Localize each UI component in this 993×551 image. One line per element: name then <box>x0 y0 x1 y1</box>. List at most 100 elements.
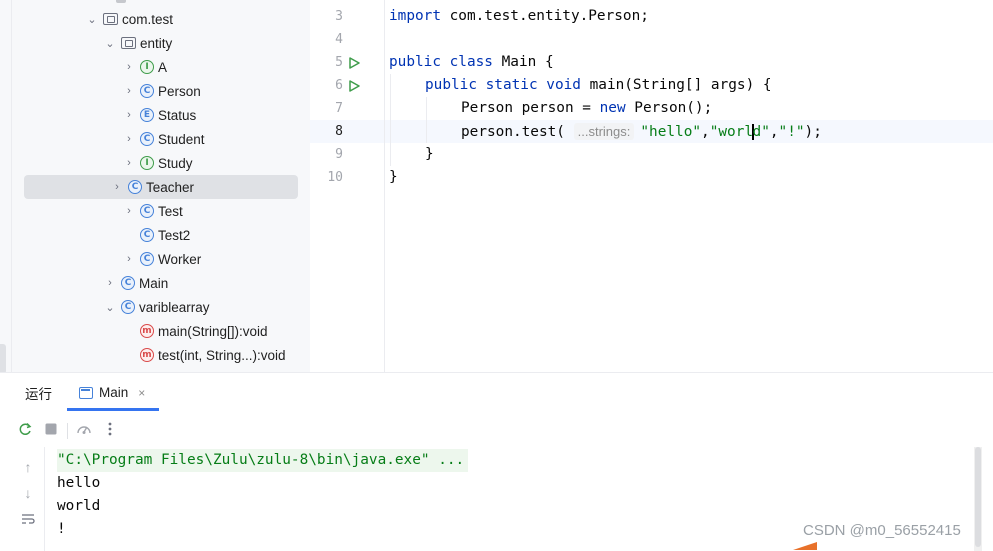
tree-item-label: entity <box>140 35 173 51</box>
string-literal: "!" <box>778 124 805 140</box>
tab-main[interactable]: Main × <box>67 377 159 411</box>
tree-item-Status[interactable]: › E Status <box>24 103 298 127</box>
tree-item-label: main(String[]):void <box>158 323 268 339</box>
chevron-down-icon[interactable]: ⌄ <box>84 11 100 27</box>
console-scrollbar-thumb[interactable] <box>975 447 981 547</box>
tree-item-label: Worker <box>158 251 202 267</box>
line-number: 6 <box>335 78 343 93</box>
chevron-right-icon[interactable]: › <box>121 83 137 99</box>
run-class-icon[interactable] <box>348 51 362 74</box>
chevron-right-icon[interactable]: › <box>121 107 137 123</box>
code-text: Main { <box>492 54 554 70</box>
arrow-up-icon[interactable]: ↑ <box>20 459 36 475</box>
code-text: main(String[] args) { <box>580 77 772 93</box>
run-tabs-bar: 运行 Main × <box>0 373 993 411</box>
tree-item-label: Main <box>139 275 169 291</box>
package-folder-icon <box>103 13 118 25</box>
chevron-right-icon[interactable]: › <box>102 275 118 291</box>
tree-item-Person[interactable]: › C Person <box>24 79 298 103</box>
arrow-down-icon[interactable]: ↓ <box>20 485 36 501</box>
code-editor[interactable]: 3 4 5 6 7 8 9 10 import com.test.entity.… <box>310 0 993 372</box>
run-main-icon[interactable] <box>348 74 362 97</box>
tree-item-Teacher[interactable]: › C Teacher <box>24 175 298 199</box>
class-icon: C <box>140 84 154 98</box>
keyword: import <box>389 8 441 24</box>
class-icon: C <box>140 132 154 146</box>
tree-item-label: com.test <box>122 11 174 27</box>
tree-item-test-method[interactable]: m test(int, String...):void <box>24 343 298 367</box>
tree-item-label: Test2 <box>158 227 191 243</box>
code-text: Person(); <box>625 100 713 116</box>
line-number: 5 <box>335 55 343 70</box>
chevron-right-icon[interactable]: › <box>121 203 137 219</box>
stop-icon[interactable] <box>43 421 59 437</box>
left-panel-handle[interactable] <box>0 344 6 374</box>
tab-main-label: Main <box>99 385 129 400</box>
project-tree: ⌄ com.test ⌄ entity › I A › C Person › E… <box>12 0 310 372</box>
console-side-toolbar: ↑ ↓ <box>0 447 45 551</box>
code-line-5: public class Main { <box>389 51 554 74</box>
chevron-right-icon[interactable]: › <box>121 155 137 171</box>
class-icon: C <box>128 180 142 194</box>
code-text: , <box>769 124 779 140</box>
tree-item-Test2[interactable]: C Test2 <box>24 223 298 247</box>
tree-item-Main[interactable]: › C Main <box>24 271 298 295</box>
code-line-6: public static void main(String[] args) { <box>425 74 772 97</box>
tree-item-com-test[interactable]: ⌄ com.test <box>24 7 298 31</box>
profiler-icon[interactable] <box>76 421 92 437</box>
toolbar-separator <box>67 423 68 439</box>
chevron-right-icon[interactable]: › <box>121 59 137 75</box>
tree-item-variblearray[interactable]: ⌄ C variblearray <box>24 295 298 319</box>
chevron-down-icon[interactable]: ⌄ <box>102 35 118 51</box>
tree-item-A[interactable]: › I A <box>24 55 298 79</box>
tree-item-entity[interactable]: ⌄ entity <box>24 31 298 55</box>
code-line-8: person.test( ...strings: "hello","world",… <box>461 120 822 143</box>
tree-item-label: A <box>158 59 168 75</box>
tree-item-label: Status <box>158 107 197 123</box>
code-line-7: Person person = new Person(); <box>461 97 712 120</box>
tree-item-Study[interactable]: › I Study <box>24 151 298 175</box>
method-icon: m <box>140 324 154 338</box>
console-output-line: world <box>57 498 101 514</box>
line-number: 8 <box>335 124 343 139</box>
chevron-down-icon[interactable]: ⌄ <box>102 299 118 315</box>
enum-icon: E <box>140 108 154 122</box>
editor-gutter: 3 4 5 6 7 8 9 10 <box>310 0 385 372</box>
tree-item-Student[interactable]: › C Student <box>24 127 298 151</box>
watermark-text: CSDN @m0_56552415 <box>803 522 961 539</box>
left-tool-strip <box>0 0 12 372</box>
chevron-right-icon[interactable]: › <box>121 251 137 267</box>
console-output-line: hello <box>57 475 101 491</box>
tree-item-label: variblearray <box>139 299 210 315</box>
rerun-icon[interactable] <box>17 421 33 437</box>
keyword: new <box>599 100 626 116</box>
keyword: public class <box>389 54 493 70</box>
string-literal: "worl <box>709 124 754 140</box>
class-icon: C <box>121 276 135 290</box>
line-number: 10 <box>327 170 343 185</box>
code-text: Person person = <box>461 100 600 116</box>
chevron-right-icon[interactable]: › <box>109 179 125 195</box>
chevron-right-icon[interactable]: › <box>121 131 137 147</box>
class-icon: C <box>140 228 154 242</box>
soft-wrap-icon[interactable] <box>20 511 36 527</box>
console-scrollbar[interactable] <box>974 447 982 551</box>
tree-item-label: Person <box>158 83 201 99</box>
code-text: , <box>701 124 710 140</box>
string-literal: "hello" <box>640 124 702 140</box>
tree-item-label: test(int, String...):void <box>158 347 286 363</box>
line-number: 3 <box>335 9 343 24</box>
console-tab-icon <box>79 386 93 399</box>
code-text: ); <box>804 124 822 140</box>
close-icon[interactable]: × <box>138 386 145 400</box>
tree-item-main-method[interactable]: m main(String[]):void <box>24 319 298 343</box>
console-command-line: "C:\Program Files\Zulu\zulu-8\bin\java.e… <box>57 449 469 472</box>
code-line-9: } <box>425 146 434 162</box>
tree-item-Worker[interactable]: › C Worker <box>24 247 298 271</box>
interface-icon: I <box>140 60 154 74</box>
class-icon: C <box>140 252 154 266</box>
line-number: 7 <box>335 101 343 116</box>
tree-item-Test[interactable]: › C Test <box>24 199 298 223</box>
indent-guide <box>390 74 391 166</box>
more-options-icon[interactable] <box>102 421 118 437</box>
